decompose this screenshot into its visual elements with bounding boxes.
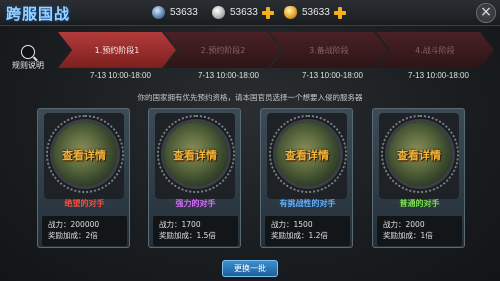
opponent-stats: 战力：2000 奖励加成：1倍 <box>377 216 462 246</box>
globe-frame: 查看详情 <box>267 113 347 199</box>
gem-coin-icon <box>152 6 165 19</box>
resource-silver-value: 53633 <box>230 7 258 18</box>
opponent-card-4[interactable]: 查看详情 普通的对手 战力：2000 奖励加成：1倍 <box>372 108 465 248</box>
opponent-stats: 战力：1700 奖励加成：1.5倍 <box>153 216 238 246</box>
stage-4: 4.战斗阶段 <box>376 32 494 68</box>
add-silver-button[interactable] <box>261 6 274 19</box>
opponent-stats: 战力：200000 奖励加成：2倍 <box>42 216 127 246</box>
opponent-card-3[interactable]: 查看详情 有挑战性的对手 战力：1500 奖励加成：1.2倍 <box>260 108 353 248</box>
resource-gem-value: 53633 <box>170 7 198 18</box>
opponent-tag: 普通的对手 <box>399 199 440 208</box>
refresh-button[interactable]: 更换一批 <box>222 260 278 277</box>
opponent-card-2[interactable]: 查看详情 强力的对手 战力：1700 奖励加成：1.5倍 <box>148 108 241 248</box>
globe-frame: 查看详情 <box>44 113 124 199</box>
globe-frame: 查看详情 <box>155 113 235 199</box>
power-value: 战力：2000 <box>383 220 425 229</box>
opponent-tag: 绝望的对手 <box>64 199 105 208</box>
top-bar: 跨服国战 53633 53633 53633 × <box>0 0 500 26</box>
stage-1-label: 1.预约阶段1 <box>94 45 140 55</box>
gold-ingot-icon <box>284 6 297 19</box>
bonus-value: 奖励加成：1倍 <box>383 231 433 240</box>
stage-1-date: 7-13 10:00-18:00 <box>90 71 151 80</box>
opponent-tag: 强力的对手 <box>175 199 216 208</box>
view-details-button[interactable]: 查看详情 <box>44 147 124 163</box>
bonus-value: 奖励加成：1.2倍 <box>271 231 328 240</box>
stage-3: 3.备战阶段 <box>270 32 388 68</box>
power-value: 战力：1500 <box>271 220 313 229</box>
stage-2-label: 2.预约阶段2 <box>200 45 246 55</box>
opponent-stats: 战力：1500 奖励加成：1.2倍 <box>265 216 350 246</box>
rules-button[interactable]: 规则说明 <box>10 45 46 71</box>
close-button[interactable]: × <box>476 3 496 23</box>
stage-4-date: 7-13 10:00-18:00 <box>408 71 469 80</box>
stage-2-date: 7-13 10:00-18:00 <box>198 71 259 80</box>
opponent-tag: 有挑战性的对手 <box>279 199 336 208</box>
stage-4-label: 4.战斗阶段 <box>415 45 455 55</box>
view-details-button[interactable]: 查看详情 <box>155 147 235 163</box>
page-title: 跨服国战 <box>6 5 71 23</box>
stage-1: 1.预约阶段1 <box>58 32 176 68</box>
resource-gold-value: 53633 <box>302 7 330 18</box>
stage-3-label: 3.备战阶段 <box>309 45 349 55</box>
rules-label: 规则说明 <box>12 61 44 70</box>
resource-silver: 53633 <box>212 4 274 21</box>
stage-2: 2.预约阶段2 <box>164 32 282 68</box>
silver-coin-icon <box>212 6 225 19</box>
stage-progress: 1.预约阶段1 2.预约阶段2 3.备战阶段 4.战斗阶段 <box>58 32 498 68</box>
view-details-button[interactable]: 查看详情 <box>267 147 347 163</box>
magnifier-icon <box>21 45 35 59</box>
resource-gold: 53633 <box>284 4 346 21</box>
opponent-card-1[interactable]: 查看详情 绝望的对手 战力：200000 奖励加成：2倍 <box>37 108 130 248</box>
power-value: 战力：200000 <box>48 220 100 229</box>
add-gold-button[interactable] <box>333 6 346 19</box>
globe-frame: 查看详情 <box>379 113 459 199</box>
bonus-value: 奖励加成：2倍 <box>48 231 98 240</box>
bonus-value: 奖励加成：1.5倍 <box>159 231 216 240</box>
stage-3-date: 7-13 10:00-18:00 <box>302 71 363 80</box>
power-value: 战力：1700 <box>159 220 201 229</box>
view-details-button[interactable]: 查看详情 <box>379 147 459 163</box>
notice-text: 你的国家拥有优先预约资格，请本国官员选择一个想要入侵的服务器 <box>137 93 363 102</box>
resource-gem: 53633 <box>152 4 198 21</box>
